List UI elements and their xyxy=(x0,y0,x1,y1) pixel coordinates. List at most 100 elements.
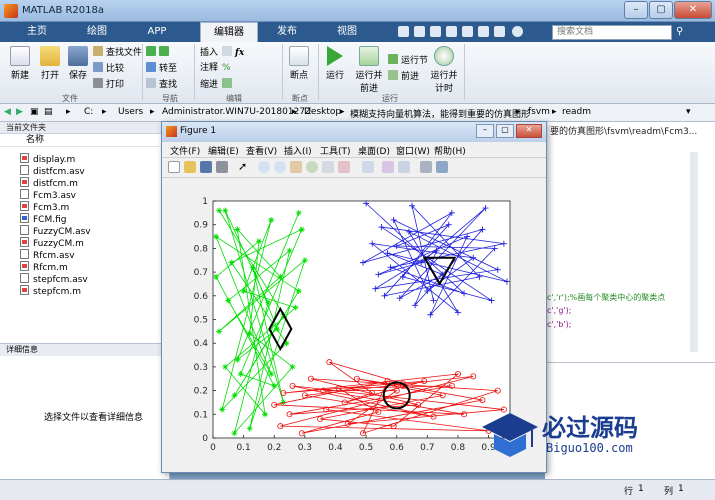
dropdown-arrow-icon[interactable]: ▾ xyxy=(686,107,691,117)
breadcrumb-project[interactable]: 模糊支持向量机算法，能得到重要的仿真图形 xyxy=(350,107,530,120)
editor-scrollbar[interactable] xyxy=(690,152,698,352)
advance-button[interactable]: 前进 xyxy=(388,70,419,83)
redo-icon[interactable] xyxy=(478,26,489,37)
nav-back-forward[interactable] xyxy=(146,46,172,59)
cut-icon[interactable] xyxy=(414,26,425,37)
breadcrumb-arrow-icon: ▸ xyxy=(66,107,71,117)
file-name: FCM.fig xyxy=(33,215,67,225)
menu-help[interactable]: 帮助(H) xyxy=(434,144,466,157)
folder-up-icon[interactable]: ▣ xyxy=(30,107,39,117)
fx-icon[interactable]: fx xyxy=(235,48,244,58)
menu-window[interactable]: 窗口(W) xyxy=(396,144,430,157)
tab-publish[interactable]: 发布 xyxy=(258,22,316,42)
link-plot-icon[interactable] xyxy=(362,161,374,173)
open-file-icon[interactable] xyxy=(184,161,196,173)
breadcrumb-drive[interactable]: C: xyxy=(84,107,93,117)
run-advance-button[interactable]: 运行并前进 xyxy=(352,46,386,94)
menu-edit[interactable]: 编辑(E) xyxy=(208,144,239,157)
breadcrumb-readm[interactable]: readm xyxy=(562,107,591,117)
undo-icon[interactable] xyxy=(462,26,473,37)
brush-icon[interactable] xyxy=(338,161,350,173)
menu-file[interactable]: 文件(F) xyxy=(170,144,200,157)
find-files-button[interactable]: 查找文件 xyxy=(93,46,142,59)
list-item[interactable]: Rfcm.m xyxy=(20,261,68,273)
breadcrumb-desktop[interactable]: Desktop xyxy=(304,107,341,117)
list-item[interactable]: stepfcm.asv xyxy=(20,273,88,285)
tab-home[interactable]: 主页 xyxy=(8,22,66,42)
name-column-header[interactable]: 名称 xyxy=(0,134,169,147)
run-advance-label: 运行并前进 xyxy=(355,71,383,94)
address-bar[interactable]: ◀ ▶ ▣ ▤ ▸ C: ▸ Users ▸ Administrator.WIN… xyxy=(0,104,715,122)
figure-close-button[interactable]: ✕ xyxy=(516,124,542,138)
close-button[interactable]: ✕ xyxy=(674,1,712,19)
print-figure-icon[interactable] xyxy=(216,161,228,173)
breadcrumb-user[interactable]: Administrator.WIN7U-20180127Z xyxy=(162,107,311,117)
pointer-icon[interactable]: ➚ xyxy=(238,161,250,173)
comment-button[interactable]: 注释% xyxy=(200,62,231,75)
list-item[interactable]: Rfcm.asv xyxy=(20,249,75,261)
menu-desktop[interactable]: 桌面(D) xyxy=(358,144,390,157)
breadcrumb-users[interactable]: Users xyxy=(118,107,143,117)
find-button[interactable]: 查找 xyxy=(146,78,177,91)
search-input[interactable]: 搜索文档 xyxy=(552,25,672,40)
search-icon[interactable]: ⚲ xyxy=(676,26,688,38)
zoom-out-icon[interactable] xyxy=(274,161,286,173)
maximize-button[interactable]: ▢ xyxy=(649,1,673,19)
back-arrow-icon[interactable]: ◀ xyxy=(4,107,11,117)
list-item[interactable]: Fcm3.asv xyxy=(20,189,76,201)
run-button[interactable]: 运行 xyxy=(322,46,348,81)
group-label-breakpoints: 断点 xyxy=(292,94,308,103)
help-icon[interactable] xyxy=(512,26,523,37)
minimize-button[interactable]: – xyxy=(624,1,648,19)
compare-button[interactable]: 比较 xyxy=(93,62,124,75)
find-files-icon xyxy=(93,46,103,56)
paste-icon[interactable] xyxy=(446,26,457,37)
list-item[interactable]: distfcm.m xyxy=(20,177,78,189)
figure-title-bar[interactable]: Figure 1 – ▢ ✕ xyxy=(162,122,546,142)
colorbar-icon[interactable] xyxy=(382,161,394,173)
list-item[interactable]: Fcm3.m xyxy=(20,201,69,213)
figure-minimize-button[interactable]: – xyxy=(476,124,494,138)
run-time-button[interactable]: 运行并计时 xyxy=(428,46,460,94)
pan-hand-icon[interactable] xyxy=(290,161,302,173)
tab-plots[interactable]: 绘图 xyxy=(68,22,126,42)
forward-arrow-icon[interactable]: ▶ xyxy=(16,107,23,117)
save-figure-icon[interactable] xyxy=(200,161,212,173)
new-button[interactable]: 新建 xyxy=(6,46,34,81)
copy-icon[interactable] xyxy=(430,26,441,37)
list-item[interactable]: FuzzyCM.asv xyxy=(20,225,91,237)
open-button[interactable]: 打开 xyxy=(36,46,64,81)
breakpoints-icon xyxy=(289,46,309,66)
menu-tools[interactable]: 工具(T) xyxy=(320,144,351,157)
breadcrumb-fsvm[interactable]: fsvm xyxy=(528,107,550,117)
list-item[interactable]: distfcm.asv xyxy=(20,165,85,177)
browse-folder-icon[interactable]: ▤ xyxy=(44,107,53,117)
run-section-button[interactable]: 运行节 xyxy=(388,54,428,67)
breakpoints-button[interactable]: 断点 xyxy=(286,46,312,81)
menu-view[interactable]: 查看(V) xyxy=(246,144,277,157)
show-plot-tools-icon[interactable] xyxy=(436,161,448,173)
figure-maximize-button[interactable]: ▢ xyxy=(496,124,514,138)
switch-windows-icon[interactable] xyxy=(494,26,505,37)
list-item[interactable]: display.m xyxy=(20,153,75,165)
print-button[interactable]: 打印 xyxy=(93,78,124,91)
tab-editor[interactable]: 编辑器 xyxy=(200,22,258,42)
legend-icon[interactable] xyxy=(398,161,410,173)
save-icon[interactable] xyxy=(398,26,409,37)
insert-button[interactable]: 插入 fx xyxy=(200,46,244,59)
tab-apps[interactable]: APP xyxy=(128,22,186,42)
list-item[interactable]: FCM.fig xyxy=(20,213,66,225)
goto-button[interactable]: 转至 xyxy=(146,62,177,75)
zoom-in-icon[interactable] xyxy=(258,161,270,173)
rotate-3d-icon[interactable] xyxy=(306,161,318,173)
list-item[interactable]: stepfcm.m xyxy=(20,285,81,297)
hide-plot-tools-icon[interactable] xyxy=(420,161,432,173)
menu-insert[interactable]: 插入(I) xyxy=(284,144,312,157)
y-tick-label: 0.2 xyxy=(194,387,208,397)
list-item[interactable]: FuzzyCM.m xyxy=(20,237,84,249)
new-figure-icon[interactable] xyxy=(168,161,180,173)
indent-button[interactable]: 缩进 xyxy=(200,78,235,91)
tab-view[interactable]: 视图 xyxy=(318,22,376,42)
data-cursor-icon[interactable] xyxy=(322,161,334,173)
save-button[interactable]: 保存 xyxy=(64,46,92,81)
